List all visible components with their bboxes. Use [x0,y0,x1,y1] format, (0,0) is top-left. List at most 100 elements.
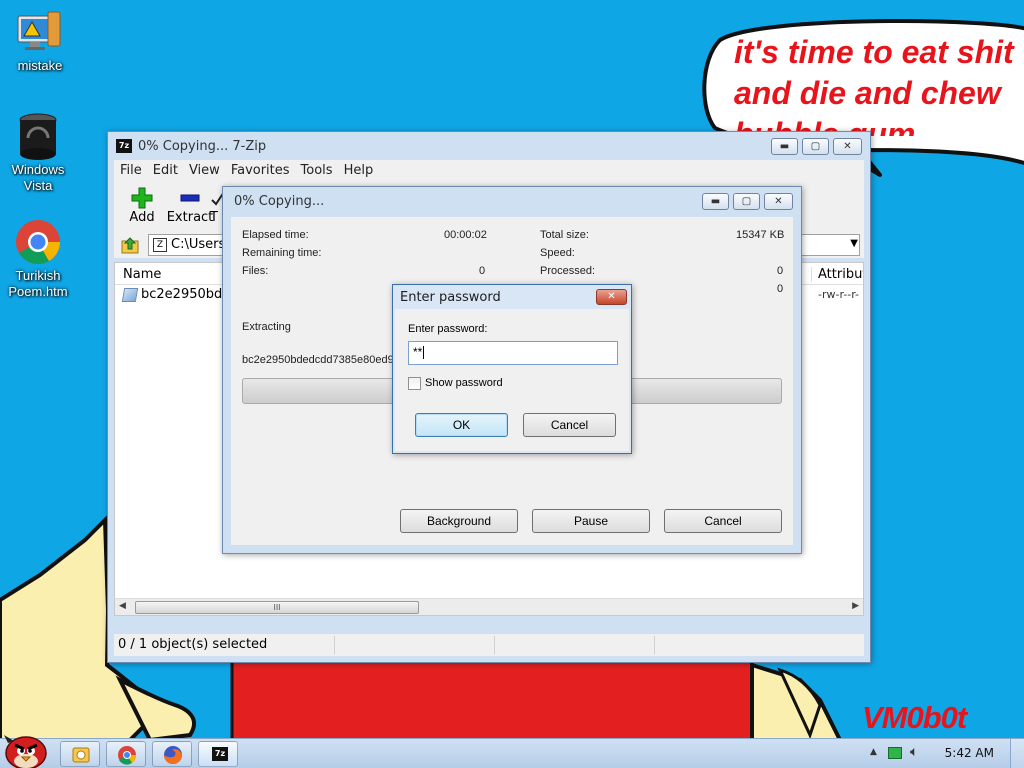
menu-tools[interactable]: Tools [301,163,340,178]
add-button-label: Add [129,210,155,225]
folder-up-icon [121,237,139,254]
column-attributes-header[interactable]: Attribute [811,267,863,282]
show-desktop-button[interactable] [1010,739,1024,768]
files-label: Files: [242,265,269,277]
pause-button[interactable]: Pause [532,509,650,533]
menu-favorites[interactable]: Favorites [231,163,297,178]
close-button[interactable]: ✕ [833,138,862,155]
bubble-line-2: and die and chew [734,75,1001,111]
scroll-left-icon[interactable]: ◀ [119,601,126,611]
volume-icon[interactable]: 🔈︎ [910,744,918,760]
maximize-icon: ▢ [810,141,821,152]
horizontal-scrollbar[interactable]: ◀ III ▶ [115,598,863,615]
desktop-icon-turikish-poem[interactable]: Turikish Poem.htm [0,218,76,300]
show-password-label[interactable]: Show password [425,377,503,389]
taskbar-firefox-button[interactable] [152,741,192,767]
menu-bar: File Edit View Favorites Tools Help [114,160,864,180]
ratio-value: 0 [777,283,784,295]
close-button[interactable]: ✕ [764,193,793,210]
archive-icon: Z [153,238,167,252]
remaining-label: Remaining time: [242,247,322,259]
chrome-icon [118,746,137,765]
taskbar-explorer-button[interactable] [60,741,100,767]
maximize-button[interactable]: ▢ [802,138,829,155]
wallpaper-bubble-text: it's time to eat shit and die and chew b… [734,32,1024,136]
folder-up-button[interactable] [120,235,142,255]
figure-body-red [232,660,752,740]
maximize-icon: ▢ [741,196,752,207]
password-title: Enter password [400,289,501,305]
password-titlebar[interactable]: Enter password ✕ [393,285,631,309]
close-icon: ✕ [774,196,783,207]
7zip-icon: 7z [212,747,228,761]
wallpaper-signature: VM0b0t [862,700,967,735]
total-size-label: Total size: [540,229,589,241]
address-text: C:\Users\ [171,237,230,252]
processed-label: Processed: [540,265,596,277]
desktop-icon-windows-vista[interactable]: Windows Vista [0,112,76,194]
password-field[interactable]: ** [408,341,618,365]
minimize-button[interactable]: ▬ [702,193,729,210]
taskbar-chrome-button[interactable] [106,741,146,767]
password-value: ** [413,345,423,359]
text-caret [423,346,425,360]
plus-icon [118,186,166,210]
file-icon [121,288,139,302]
network-icon[interactable] [888,747,902,759]
cancel-button[interactable]: Cancel [523,413,616,437]
menu-view[interactable]: View [189,163,227,178]
column-name-header[interactable]: Name [123,267,161,282]
minimize-button[interactable]: ▬ [771,138,798,155]
7zip-icon: 7z [116,139,132,153]
firefox-icon [164,746,182,764]
status-separator [334,636,335,654]
close-button[interactable]: ✕ [596,289,627,305]
speed-label: Speed: [540,247,575,259]
file-attributes: -rw-r--r- [817,288,859,301]
status-separator [654,636,655,654]
black-cylinder-icon [14,112,62,160]
windows-explorer-icon [72,747,90,763]
system-tray: ▲ 🔈︎ 5:42 AM [854,739,1024,768]
menu-file[interactable]: File [120,163,149,178]
password-dialog: Enter password ✕ Enter password: ** Show… [392,284,632,454]
show-password-checkbox[interactable] [408,377,421,390]
status-text: 0 / 1 object(s) selected [118,637,268,652]
elapsed-value: 00:00:02 [444,229,487,241]
minimize-icon: ▬ [710,196,721,207]
taskbar-7zip-button[interactable]: 7z [198,741,238,767]
chevron-down-icon[interactable]: ▼ [850,238,858,249]
password-body: Enter password: ** Show password OK Canc… [395,309,629,451]
scroll-thumb[interactable]: III [135,601,419,614]
menu-edit[interactable]: Edit [153,163,185,178]
processed-value: 0 [777,265,784,277]
background-button[interactable]: Background [400,509,518,533]
desktop-icon-label: mistake [17,58,63,73]
desktop-icon-mistake[interactable]: mistake [2,8,78,74]
taskbar-clock[interactable]: 5:42 AM [945,746,994,760]
ok-button[interactable]: OK [415,413,508,437]
progress-title: 0% Copying... [234,193,325,209]
menu-help[interactable]: Help [344,163,381,178]
bubble-line-1: it's time to eat shit [734,34,1014,70]
add-button[interactable]: Add [118,186,166,225]
close-icon: ✕ [843,141,852,152]
main-window-title: 0% Copying... 7-Zip [138,138,267,154]
password-label: Enter password: [408,323,488,335]
close-icon: ✕ [607,291,616,302]
desktop-icon-label: Turikish Poem.htm [8,268,68,299]
operation-label: Extracting [242,321,291,333]
show-hidden-icons-icon[interactable]: ▲ [870,747,877,757]
status-bar: 0 / 1 object(s) selected [114,634,864,656]
total-size-value: 15347 KB [736,229,785,241]
main-titlebar[interactable]: 7z 0% Copying... 7-Zip ▬ ▢ ✕ [108,132,870,160]
cancel-button[interactable]: Cancel [664,509,782,533]
chrome-icon [14,218,62,266]
maximize-button[interactable]: ▢ [733,193,760,210]
start-button[interactable] [2,731,48,768]
minimize-icon: ▬ [779,141,790,152]
progress-titlebar[interactable]: 0% Copying... ▬ ▢ ✕ [223,187,801,215]
scroll-right-icon[interactable]: ▶ [852,601,859,611]
files-value: 0 [479,265,486,277]
computer-warning-icon [16,8,64,56]
